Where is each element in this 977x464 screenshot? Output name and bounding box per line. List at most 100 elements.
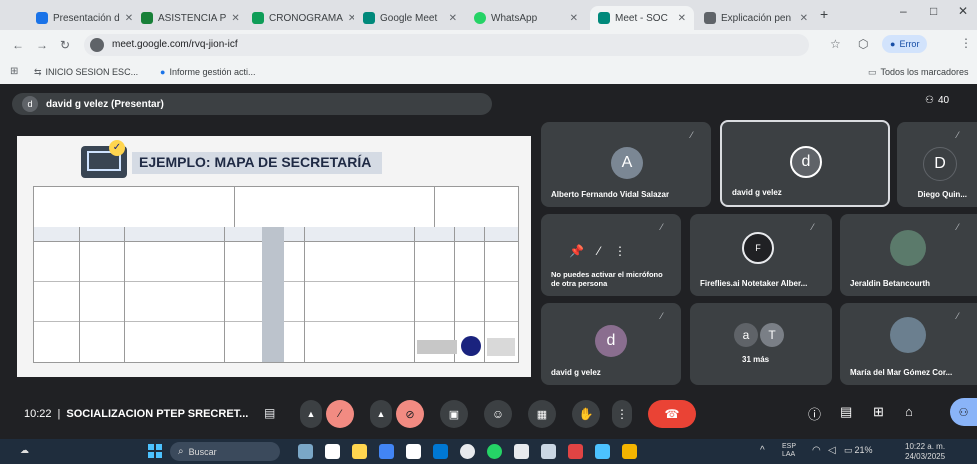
- whatsapp-icon: [474, 12, 486, 24]
- reactions-button[interactable]: ☺: [484, 400, 512, 428]
- volume-icon[interactable]: ◁: [828, 445, 836, 456]
- edge-icon[interactable]: [433, 444, 448, 459]
- chevron-up-icon: ▲: [306, 409, 316, 419]
- bookmark-inicio-sesion[interactable]: ⇆ INICIO SESION ESC...: [34, 67, 138, 78]
- reload-button[interactable]: ↻: [60, 38, 70, 52]
- mic-toggle-button[interactable]: ⁄: [326, 400, 354, 428]
- profile-error-button[interactable]: ● Error: [882, 35, 928, 53]
- people-panel-button[interactable]: ⚇: [950, 398, 977, 426]
- new-tab-button[interactable]: +: [820, 6, 828, 22]
- page-icon: [704, 12, 716, 24]
- battery-icon: ▭: [844, 445, 853, 455]
- whatsapp-icon[interactable]: [487, 444, 502, 459]
- participant-tile[interactable]: D ⁄ Diego Quin...: [897, 122, 977, 207]
- clock[interactable]: 10:22 a. m. 24/03/2025: [905, 442, 945, 462]
- settings-icon[interactable]: [595, 444, 610, 459]
- participant-tile[interactable]: F ⁄ Fireflies.ai Notetaker Alber...: [690, 214, 832, 296]
- mic-off-icon[interactable]: ⁄: [598, 244, 600, 258]
- people-icon: ⚇: [958, 406, 969, 419]
- forward-button[interactable]: →: [36, 38, 48, 52]
- minimize-button[interactable]: –: [900, 4, 907, 18]
- leave-call-button[interactable]: ☎: [648, 400, 696, 428]
- close-icon[interactable]: ✕: [125, 13, 132, 24]
- close-window-button[interactable]: ✕: [958, 4, 968, 18]
- participant-tile[interactable]: ⁄ María del Mar Gómez Cor...: [840, 303, 977, 385]
- audio-options-button[interactable]: ▲: [300, 400, 322, 428]
- wifi-icon[interactable]: ◠: [812, 445, 821, 456]
- present-button[interactable]: ▣: [440, 400, 468, 428]
- sheets-icon: [252, 12, 264, 24]
- participant-tile[interactable]: ⁄ Jeraldin Betancourth: [840, 214, 977, 296]
- pin-icon[interactable]: 📌: [569, 244, 584, 258]
- participant-tile[interactable]: d ⁄ david g velez: [541, 303, 681, 385]
- others-tile[interactable]: a T 31 más: [690, 303, 832, 385]
- info-icon[interactable]: ⓘ: [808, 404, 821, 423]
- drive-icon[interactable]: [622, 444, 637, 459]
- tab-google-meet[interactable]: Google Meet ✕: [355, 6, 465, 30]
- laptop-icon: ✓: [81, 140, 127, 178]
- tray-chevron-icon[interactable]: ^: [760, 445, 765, 456]
- apps-grid-icon[interactable]: ⊞: [10, 66, 18, 77]
- mic-off-icon: ⁄: [812, 222, 814, 232]
- avatar: d: [790, 146, 822, 178]
- mic-off-icon: ⁄: [661, 222, 663, 232]
- host-controls-icon[interactable]: ⌂: [905, 404, 913, 419]
- chrome-profile-icon[interactable]: [460, 444, 475, 459]
- address-bar-row: ← → ↻ meet.google.com/rvq-jion-icf ☆ ⬡ ●…: [0, 30, 977, 62]
- captions-icon[interactable]: ▤: [264, 406, 275, 420]
- close-icon[interactable]: ✕: [449, 13, 457, 24]
- battery-indicator[interactable]: ▭ 21%: [844, 445, 873, 456]
- participant-tile[interactable]: A ⁄ Alberto Fernando Vidal Salazar: [541, 122, 711, 207]
- close-icon[interactable]: ✕: [570, 13, 578, 24]
- chat-icon[interactable]: ▤: [840, 404, 852, 420]
- maximize-button[interactable]: □: [930, 4, 937, 18]
- start-button[interactable]: [148, 444, 162, 458]
- participant-tile[interactable]: 📌 ⁄ ⋮ ⁄ No puedes activar el micrófono d…: [541, 214, 681, 296]
- extensions-icon[interactable]: ⬡: [858, 37, 868, 51]
- media-icon[interactable]: [568, 444, 583, 459]
- taskbar-search[interactable]: ⌕ Buscar: [170, 442, 280, 461]
- tab-asistencia[interactable]: ASISTENCIA P ✕: [133, 6, 243, 30]
- app-icon[interactable]: [514, 444, 529, 459]
- copilot-icon[interactable]: [298, 444, 313, 459]
- close-icon[interactable]: ✕: [800, 13, 808, 24]
- video-options-button[interactable]: ▲: [370, 400, 392, 428]
- weather-widget[interactable]: ☁: [20, 445, 29, 456]
- participant-count[interactable]: ⚇ 40: [925, 95, 949, 106]
- activities-icon[interactable]: ⊞: [873, 404, 884, 420]
- task-view-icon[interactable]: [325, 444, 340, 459]
- link-icon: ⇆: [34, 67, 42, 77]
- bookmarks-bar: ⊞ ⇆ INICIO SESION ESC... ● Informe gestión…: [0, 62, 977, 85]
- mic-off-icon: ⁄: [957, 130, 959, 140]
- raise-hand-button[interactable]: ✋: [572, 400, 600, 428]
- tab-meet-active[interactable]: Meet - SOC ✕: [590, 6, 694, 30]
- more-options-icon[interactable]: ⋮: [614, 244, 626, 258]
- chrome-icon[interactable]: [379, 444, 394, 459]
- avatar: A: [611, 147, 643, 179]
- language-indicator[interactable]: ESP LAA: [782, 443, 796, 459]
- participant-tile-active[interactable]: d david g velez: [720, 120, 890, 207]
- mic-off-icon: ⁄: [957, 222, 959, 232]
- back-button[interactable]: ←: [12, 38, 24, 52]
- close-icon[interactable]: ✕: [348, 13, 354, 24]
- close-icon[interactable]: ✕: [231, 13, 239, 24]
- search-icon: ⌕: [178, 446, 184, 457]
- all-bookmarks-folder[interactable]: ▭ Todos los marcadores: [868, 67, 969, 78]
- present-icon: ▣: [448, 408, 460, 421]
- tab-explicacion[interactable]: Explicación pen ✕: [696, 6, 816, 30]
- file-explorer-icon[interactable]: [352, 444, 367, 459]
- tab-presentacion[interactable]: Presentación d ✕: [28, 6, 132, 30]
- bookmark-informe-gestion[interactable]: ● Informe gestión acti...: [160, 67, 255, 77]
- mail-icon[interactable]: [541, 444, 556, 459]
- more-menu-icon[interactable]: ⋮: [960, 36, 972, 50]
- tab-cronograma[interactable]: CRONOGRAMA ✕: [244, 6, 354, 30]
- bookmark-star-icon[interactable]: ☆: [830, 37, 841, 51]
- store-icon[interactable]: [406, 444, 421, 459]
- close-icon[interactable]: ✕: [678, 13, 686, 24]
- url-field[interactable]: meet.google.com/rvq-jion-icf: [84, 34, 809, 56]
- tab-whatsapp[interactable]: WhatsApp ✕: [466, 6, 586, 30]
- camera-toggle-button[interactable]: ⊘: [396, 400, 424, 428]
- captions-button[interactable]: ▦: [528, 400, 556, 428]
- site-info-icon[interactable]: [90, 38, 104, 52]
- more-options-button[interactable]: ⋮: [612, 400, 632, 428]
